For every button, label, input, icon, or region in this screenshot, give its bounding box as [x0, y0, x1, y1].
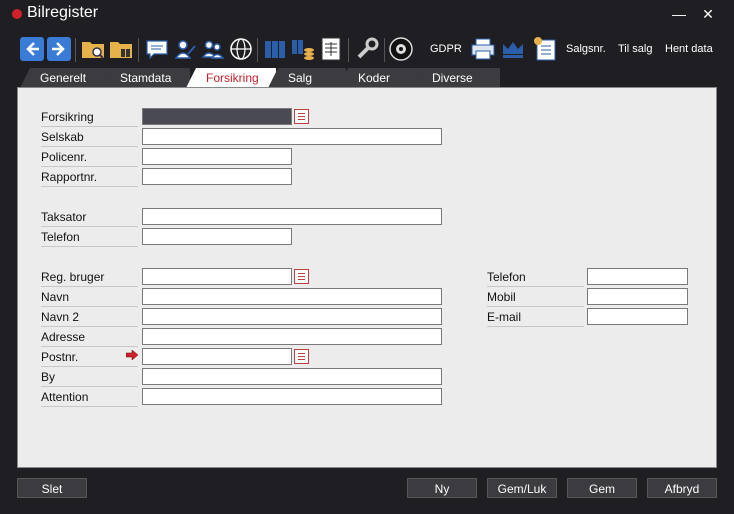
postnr-lookup-icon[interactable]: [294, 349, 309, 364]
telefon-field[interactable]: [142, 228, 292, 245]
by-label: By: [41, 370, 138, 387]
wrench-icon[interactable]: [354, 36, 380, 62]
postnr-label: Postnr.: [41, 350, 138, 367]
slet-button[interactable]: Slet: [17, 478, 87, 498]
tab-salg[interactable]: Salg: [268, 68, 346, 88]
postnr-field[interactable]: [142, 348, 292, 365]
gdpr-button[interactable]: GDPR: [430, 43, 462, 55]
afbryd-button[interactable]: Afbryd: [647, 478, 717, 498]
right-telefon-label: Telefon: [487, 270, 584, 287]
close-button[interactable]: ✕: [697, 4, 719, 24]
separator: [348, 38, 349, 62]
tab-generelt[interactable]: Generelt: [20, 68, 113, 88]
comment-icon[interactable]: [144, 36, 170, 62]
selskab-field[interactable]: [142, 128, 442, 145]
folder-binoculars-icon[interactable]: [108, 36, 134, 62]
minimize-button[interactable]: —: [668, 4, 690, 24]
window-title: Bilregister: [27, 4, 99, 21]
tab-diverse[interactable]: Diverse: [412, 68, 500, 88]
tab-bar: Generelt Stamdata Forsikring Salg Koder …: [0, 68, 734, 88]
app-icon: [12, 9, 22, 19]
email-field[interactable]: [587, 308, 688, 325]
telefon-label: Telefon: [41, 230, 138, 247]
user-edit-icon[interactable]: [172, 36, 198, 62]
spreadsheet-icon[interactable]: [318, 36, 344, 62]
separator: [384, 38, 385, 62]
attention-field[interactable]: [142, 388, 442, 405]
forsikring-field[interactable]: [142, 108, 292, 125]
tire-icon[interactable]: [388, 36, 414, 62]
globe-icon[interactable]: [228, 36, 254, 62]
policenr-field[interactable]: [142, 148, 292, 165]
navn2-label: Navn 2: [41, 310, 138, 327]
selskab-label: Selskab: [41, 130, 138, 147]
reg-bruger-lookup-icon[interactable]: [294, 269, 309, 284]
title-bar: Bilregister — ✕: [0, 0, 734, 28]
crown-icon[interactable]: [500, 36, 526, 62]
separator: [75, 38, 76, 62]
adresse-field[interactable]: [142, 328, 442, 345]
email-label: E-mail: [487, 310, 584, 327]
tab-koder[interactable]: Koder: [338, 68, 424, 88]
policenr-label: Policenr.: [41, 150, 138, 167]
printer-icon[interactable]: [470, 36, 496, 62]
users-icon[interactable]: [200, 36, 226, 62]
folder-search-icon[interactable]: [80, 36, 106, 62]
reg-bruger-field[interactable]: [142, 268, 292, 285]
reg-bruger-label: Reg. bruger: [41, 270, 138, 287]
arrow-right-icon: [126, 350, 138, 360]
forsikring-label: Forsikring: [41, 110, 138, 127]
salgsnr-button[interactable]: Salgsnr.: [566, 43, 606, 55]
gem-luk-button[interactable]: Gem/Luk: [487, 478, 557, 498]
by-field[interactable]: [142, 368, 442, 385]
til-salg-button[interactable]: Til salg: [618, 43, 652, 55]
separator: [257, 38, 258, 62]
navn-field[interactable]: [142, 288, 442, 305]
tab-forsikring[interactable]: Forsikring: [186, 68, 276, 88]
forsikring-lookup-icon[interactable]: [294, 109, 309, 124]
navn2-field[interactable]: [142, 308, 442, 325]
hent-data-button[interactable]: Hent data: [665, 43, 713, 55]
back-icon[interactable]: [19, 36, 45, 62]
rapportnr-label: Rapportnr.: [41, 170, 138, 187]
right-telefon-field[interactable]: [587, 268, 688, 285]
mobil-field[interactable]: [587, 288, 688, 305]
new-document-icon[interactable]: [532, 36, 558, 62]
gem-button[interactable]: Gem: [567, 478, 637, 498]
binders-coins-icon[interactable]: [290, 36, 316, 62]
navn-label: Navn: [41, 290, 138, 307]
attention-label: Attention: [41, 390, 138, 407]
forward-icon[interactable]: [46, 36, 72, 62]
ny-button[interactable]: Ny: [407, 478, 477, 498]
taksator-field[interactable]: [142, 208, 442, 225]
binders-icon[interactable]: [262, 36, 288, 62]
adresse-label: Adresse: [41, 330, 138, 347]
taksator-label: Taksator: [41, 210, 138, 227]
tab-stamdata[interactable]: Stamdata: [100, 68, 190, 88]
toolbar: GDPR Salgsnr. Til salg Hent data: [0, 30, 734, 68]
rapportnr-field[interactable]: [142, 168, 292, 185]
separator: [138, 38, 139, 62]
mobil-label: Mobil: [487, 290, 584, 307]
